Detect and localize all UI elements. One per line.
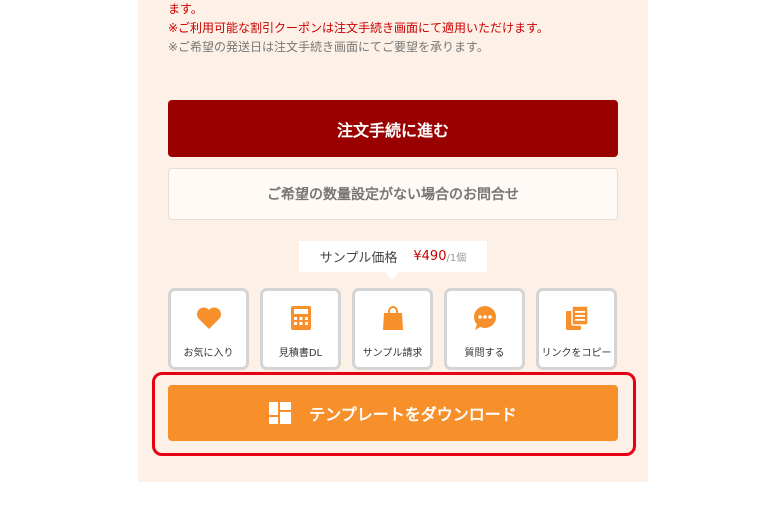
copy-icon <box>563 304 591 332</box>
shipping-note: ※ご希望の発送日は注文手続き画面にてご要望を承ります。 <box>168 40 489 54</box>
favorite-label: お気に入り <box>183 348 234 359</box>
sample-price-value: ¥490 <box>413 249 447 264</box>
coupon-note: ※ご利用可能な割引クーポンは注文手続き画面にて適用いただけます。 <box>168 21 549 35</box>
note-line: ます。 <box>168 2 203 16</box>
sample-price-tag: サンプル価格 ¥490/1個 <box>299 241 487 280</box>
estimate-download-label: 見積書DL <box>278 348 323 359</box>
shopping-bag-icon <box>379 304 407 332</box>
chat-bubble-icon <box>471 304 499 332</box>
sample-request-button[interactable]: サンプル請求 <box>352 288 433 370</box>
estimate-download-button[interactable]: 見積書DL <box>260 288 341 370</box>
copy-link-label: リンクをコピー <box>541 348 612 359</box>
sample-price-label: サンプル価格 <box>319 251 398 266</box>
copy-link-button[interactable]: リンクをコピー <box>536 288 617 370</box>
sample-price-unit: /1個 <box>446 253 467 264</box>
ask-question-label: 質問する <box>464 348 505 359</box>
sample-request-label: サンプル請求 <box>362 348 423 359</box>
order-notes: ます。 ※ご利用可能な割引クーポンは注文手続き画面にて適用いただけます。 ※ご希… <box>168 0 638 57</box>
calculator-icon <box>287 304 315 332</box>
ask-question-button[interactable]: 質問する <box>444 288 525 370</box>
quantity-inquiry-button[interactable]: ご希望の数量設定がない場合のお問合せ <box>168 168 618 220</box>
favorite-button[interactable]: お気に入り <box>168 288 249 370</box>
proceed-to-order-button[interactable]: 注文手続に進む <box>168 100 618 157</box>
heart-icon <box>195 304 223 332</box>
highlight-frame <box>152 372 636 456</box>
